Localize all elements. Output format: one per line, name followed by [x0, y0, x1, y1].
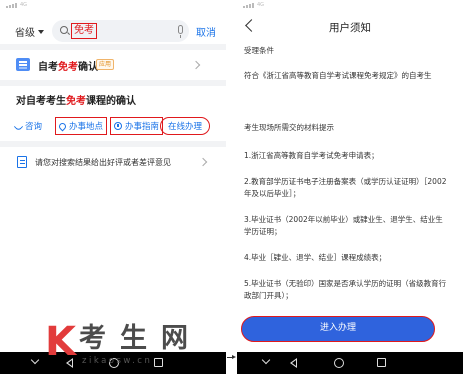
result-card-exam-exemption[interactable]: 自考免考确认 应用 [0, 53, 226, 77]
android-nav-bar [0, 352, 226, 374]
divider [0, 80, 226, 86]
hide-keyboard-icon[interactable] [261, 355, 271, 365]
notice-line: 符合《浙江省高等教育自学考试课程免考规定》的自考生 [244, 71, 432, 80]
search-icon [60, 26, 68, 34]
document-icon [16, 58, 30, 71]
divider [0, 44, 226, 50]
office-location-label: 办事地点 [69, 122, 104, 132]
divider [0, 141, 226, 147]
caret-down-icon [38, 29, 44, 34]
feedback-icon [17, 156, 27, 168]
service-guide-button[interactable]: 办事指南 [110, 117, 164, 135]
consult-label: 咨询 [25, 122, 43, 132]
action-buttons: 咨询 办事地点 办事指南 在线办理 [0, 115, 226, 137]
android-nav-bar [237, 352, 463, 374]
online-processing-label: 在线办理 [168, 122, 203, 132]
signal-icon: 4G [243, 3, 264, 8]
page-title: 用户须知 [329, 22, 371, 34]
arrow-right-icon [227, 354, 237, 362]
search-input[interactable]: 免考 [52, 20, 189, 42]
hide-keyboard-icon[interactable] [30, 355, 40, 365]
notice-line: 3.毕业证书（2002年以前毕业）或肄业生、退学生、结业生学历证明； [244, 215, 443, 236]
service-guide-label: 办事指南 [125, 122, 160, 132]
feedback-text: 请您对搜索结果给出好评或者差评意见 [35, 158, 171, 167]
location-pin-icon [57, 121, 68, 131]
cancel-button[interactable]: 取消 [196, 24, 216, 39]
feedback-row[interactable]: 请您对搜索结果给出好评或者差评意见 [0, 154, 226, 172]
province-label: 省级 [15, 28, 35, 39]
search-query: 免考 [71, 23, 97, 39]
back-triangle-icon[interactable] [290, 358, 297, 368]
notice-line: 4.毕业［肄业、退学、结业］课程成绩表； [244, 253, 387, 262]
right-phone-screen: 4G 用户须知 受理条件 符合《浙江省高等教育自学考试课程免考规定》的自考生 考… [237, 0, 463, 382]
home-circle-icon[interactable] [334, 358, 344, 368]
header: 用户须知 [237, 16, 463, 38]
province-selector[interactable]: 省级 [15, 24, 44, 39]
microphone-icon[interactable] [178, 25, 183, 38]
recent-apps-icon[interactable] [154, 358, 163, 367]
notice-line: 5.毕业证书（无验印）国家是否承认学历的证明（省级教育行政部门开具）； [244, 279, 447, 300]
agree-button[interactable]: 进入办理 [241, 316, 435, 342]
notice-line: 1.浙江省高等教育自学考试免考申请表； [244, 151, 379, 160]
office-location-button[interactable]: 办事地点 [55, 117, 108, 135]
notice-line: 2.教育部学历证书电子注册备案表（或学历认证证明）［2002年及以后毕业］； [244, 177, 447, 198]
status-bar: 4G [237, 0, 463, 12]
search-bar: 省级 免考 取消 [0, 20, 226, 42]
guide-icon [114, 122, 122, 130]
result-card-title: 自考免考确认 [38, 62, 98, 73]
signal-icon: 4G [6, 3, 27, 8]
recent-apps-icon[interactable] [377, 358, 386, 367]
consult-button[interactable]: 咨询 [13, 117, 43, 135]
section-title: 对自考考生免考课程的确认 [16, 96, 136, 107]
online-processing-button[interactable]: 在线办理 [160, 117, 211, 135]
back-triangle-icon[interactable] [66, 358, 73, 368]
status-bar: 4G [0, 0, 226, 12]
chevron-right-icon [191, 60, 201, 70]
notice-line: 考生现场所需交的材料提示 [244, 123, 334, 132]
phone-icon [13, 121, 24, 131]
home-circle-icon[interactable] [109, 358, 119, 368]
app-tag: 应用 [96, 59, 115, 70]
left-phone-screen: 4G 省级 免考 取消 自考免考确认 应用 对自考考生免考课程的确认 咨询 办事… [0, 0, 226, 382]
notice-line: 受理条件 [244, 46, 274, 55]
chevron-right-icon [198, 157, 208, 167]
